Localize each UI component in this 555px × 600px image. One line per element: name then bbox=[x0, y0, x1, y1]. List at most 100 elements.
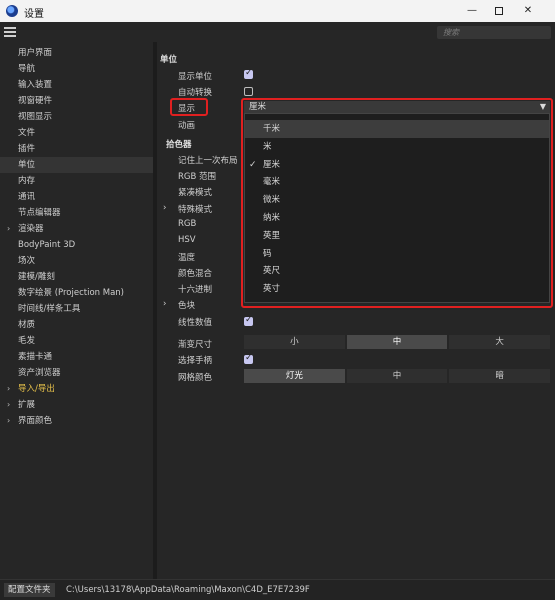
sidebar-item-label: 渲染器 bbox=[18, 224, 44, 234]
gradient-size-small-button[interactable]: 小 bbox=[244, 335, 345, 349]
display-unit-value: 厘米 bbox=[249, 102, 267, 112]
sidebar-item[interactable]: 输入装置 bbox=[0, 77, 153, 93]
sidebar-item-label: 场次 bbox=[18, 256, 36, 266]
sidebar-item[interactable]: 毛发 bbox=[0, 333, 153, 349]
dropdown-option-label: 英里 bbox=[263, 230, 281, 241]
chevron-right-icon[interactable]: › bbox=[7, 413, 10, 429]
sidebar-item[interactable]: BodyPaint 3D bbox=[0, 237, 153, 253]
sidebar-item[interactable]: 视窗硬件 bbox=[0, 93, 153, 109]
sidebar-item[interactable]: › 导入/导出 bbox=[0, 381, 153, 397]
sidebar-item-label: 时间线/样条工具 bbox=[18, 304, 81, 314]
display-unit-dropdown: 千米米 ✓ 厘米毫米微米 纳米英里码英尺英寸 bbox=[244, 113, 550, 303]
sidebar-item[interactable]: 材质 bbox=[0, 317, 153, 333]
chevron-right-icon[interactable]: › bbox=[7, 397, 10, 413]
sidebar-item-label: 文件 bbox=[18, 128, 36, 138]
close-button[interactable]: ✕ bbox=[520, 3, 536, 19]
sidebar-item-label: 单位 bbox=[18, 160, 36, 170]
chevron-right-icon[interactable]: › bbox=[7, 381, 10, 397]
dropdown-option[interactable]: 毫米 bbox=[245, 173, 549, 191]
linear-values-checkbox[interactable] bbox=[244, 315, 253, 326]
rgb-label: RGB bbox=[178, 219, 197, 229]
config-folder-path: C:\Users\13178\AppData\Roaming\Maxon\C4D… bbox=[66, 585, 310, 595]
special-mode-label: 特殊模式 bbox=[178, 205, 213, 215]
auto-convert-checkbox[interactable] bbox=[244, 87, 253, 96]
sidebar-item[interactable]: 资产浏览器 bbox=[0, 365, 153, 381]
dropdown-option[interactable]: 微米 bbox=[245, 191, 549, 209]
sidebar-item[interactable]: › 界面颜色 bbox=[0, 413, 153, 429]
display-label: 显示 bbox=[178, 104, 196, 114]
search-input[interactable]: 搜索 bbox=[437, 26, 551, 39]
settings-sidebar: 用户界面 导航 输入装置 视窗硬件 视图显示 文件 插件 单位 内存 通讯 节点编辑器 › 渲染器 Bod… bbox=[0, 42, 153, 579]
dropdown-option[interactable]: ✓ 厘米 bbox=[245, 156, 549, 174]
checkmark-icon: ✓ bbox=[249, 159, 257, 170]
menu-icon[interactable] bbox=[4, 27, 16, 37]
sidebar-item-label: 材质 bbox=[18, 320, 36, 330]
sidebar-item[interactable]: 建模/雕刻 bbox=[0, 269, 153, 285]
config-folder-button[interactable]: 配置文件夹 bbox=[4, 583, 55, 597]
remember-layout-label: 记住上一次布局 bbox=[178, 156, 238, 166]
sidebar-item[interactable]: 节点编辑器 bbox=[0, 205, 153, 221]
minimize-button[interactable]: — bbox=[464, 3, 480, 19]
sidebar-item-label: 用户界面 bbox=[18, 48, 53, 58]
grid-color-medium-button[interactable]: 中 bbox=[346, 369, 448, 383]
sidebar-item[interactable]: 素描卡通 bbox=[0, 349, 153, 365]
sidebar-item[interactable]: › 渲染器 bbox=[0, 221, 153, 237]
display-unit-select[interactable]: 厘米 ▼ bbox=[244, 101, 550, 113]
sidebar-item-label: 导航 bbox=[18, 64, 36, 74]
window-title: 设置 bbox=[24, 9, 44, 20]
sidebar-item[interactable]: 文件 bbox=[0, 125, 153, 141]
dropdown-option-label: 毫米 bbox=[263, 177, 281, 188]
sidebar-item[interactable]: 内存 bbox=[0, 173, 153, 189]
sidebar-item[interactable]: 通讯 bbox=[0, 189, 153, 205]
show-unit-checkbox[interactable] bbox=[244, 68, 253, 79]
dropdown-option-label: 厘米 bbox=[263, 159, 281, 170]
maximize-button[interactable] bbox=[491, 3, 507, 19]
dropdown-option[interactable]: 米 bbox=[245, 138, 549, 156]
sidebar-item[interactable]: 导航 bbox=[0, 61, 153, 77]
gradient-size-medium-button[interactable]: 中 bbox=[346, 335, 448, 349]
sidebar-item-label: 素描卡通 bbox=[18, 352, 53, 362]
dropdown-option-label: 码 bbox=[263, 248, 272, 259]
gradient-size-large-button[interactable]: 大 bbox=[449, 335, 551, 349]
auto-convert-label: 自动转换 bbox=[178, 88, 213, 98]
sidebar-item[interactable]: 时间线/样条工具 bbox=[0, 301, 153, 317]
rgb-range-label: RGB 范围 bbox=[178, 172, 217, 182]
dropdown-option-label: 英尺 bbox=[263, 266, 281, 277]
toolbar: 搜索 bbox=[0, 22, 555, 42]
sidebar-item-label: 资产浏览器 bbox=[18, 368, 61, 378]
gradient-size-label: 渐变尺寸 bbox=[178, 340, 213, 350]
sidebar-item[interactable]: 数字绘景 (Projection Man) bbox=[0, 285, 153, 301]
sidebar-item-label: 插件 bbox=[18, 144, 36, 154]
sidebar-item-label: 毛发 bbox=[18, 336, 36, 346]
dropdown-option[interactable]: 千米 bbox=[245, 120, 549, 138]
status-bar: 配置文件夹 C:\Users\13178\AppData\Roaming\Max… bbox=[0, 579, 555, 600]
sidebar-item[interactable]: 插件 bbox=[0, 141, 153, 157]
chevron-down-icon: ▼ bbox=[539, 102, 546, 111]
dropdown-option[interactable]: 英寸 bbox=[245, 280, 549, 298]
dropdown-option[interactable]: 英里 bbox=[245, 227, 549, 245]
grid-color-light-button[interactable]: 灯光 bbox=[244, 369, 345, 383]
sidebar-item-label: 视图显示 bbox=[18, 112, 53, 122]
sidebar-item[interactable]: 场次 bbox=[0, 253, 153, 269]
sidebar-item-label: BodyPaint 3D bbox=[18, 240, 76, 250]
title-bar: 设置 — ✕ bbox=[0, 0, 555, 22]
swatch-expand-icon[interactable]: › bbox=[163, 299, 166, 309]
sidebar-item[interactable]: 视图显示 bbox=[0, 109, 153, 125]
sidebar-item-label: 建模/雕刻 bbox=[18, 272, 55, 282]
section-picker-title: 拾色器 bbox=[166, 140, 192, 150]
dropdown-option[interactable]: 纳米 bbox=[245, 209, 549, 227]
dropdown-option[interactable]: 英尺 bbox=[245, 262, 549, 280]
special-mode-expand-icon[interactable]: › bbox=[163, 203, 166, 213]
sidebar-item[interactable]: 用户界面 bbox=[0, 45, 153, 61]
sidebar-item[interactable]: › 扩展 bbox=[0, 397, 153, 413]
swatch-label: 色块 bbox=[178, 301, 196, 311]
show-unit-label: 显示单位 bbox=[178, 72, 213, 82]
chevron-right-icon[interactable]: › bbox=[7, 221, 10, 237]
sidebar-item[interactable]: 单位 bbox=[0, 157, 153, 173]
dropdown-option[interactable]: 码 bbox=[245, 245, 549, 263]
grid-color-dark-button[interactable]: 暗 bbox=[449, 369, 551, 383]
sidebar-item-label: 界面颜色 bbox=[18, 416, 53, 426]
sidebar-item-label: 通讯 bbox=[18, 192, 36, 202]
select-handle-checkbox[interactable] bbox=[244, 353, 253, 364]
temperature-label: 温度 bbox=[178, 253, 196, 263]
